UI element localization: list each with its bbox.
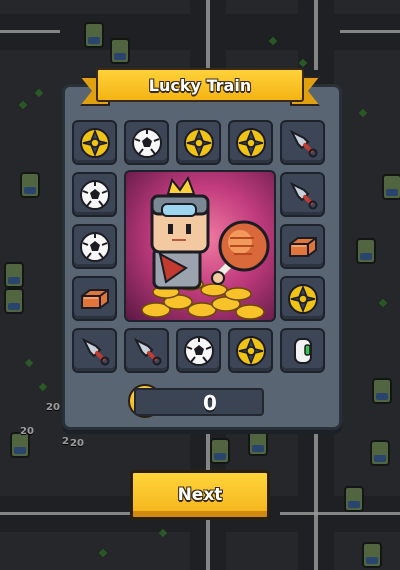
- pill-item: [280, 328, 325, 373]
- soccer-ball-item: [124, 120, 169, 165]
- panel-title: Lucky Train: [148, 75, 252, 95]
- brick-item: [280, 224, 325, 269]
- shuriken-icon: [234, 334, 268, 368]
- kunai-icon: [130, 334, 164, 368]
- next-button[interactable]: Next: [130, 470, 270, 520]
- shuriken-item: [176, 120, 221, 165]
- kunai-item: [280, 172, 325, 217]
- kunai-icon: [286, 126, 320, 160]
- brick-icon: [78, 282, 112, 316]
- kunai-item: [72, 328, 117, 373]
- shuriken-icon: [286, 282, 320, 316]
- soccer-ball-item: [72, 172, 117, 217]
- kunai-icon: [78, 334, 112, 368]
- shuriken-icon: [182, 126, 216, 160]
- shuriken-item: [228, 328, 273, 373]
- soccer-ball-item: [72, 224, 117, 269]
- title-ribbon: Lucky Train: [80, 68, 320, 106]
- brick-item: [72, 276, 117, 321]
- shuriken-item: [280, 276, 325, 321]
- shuriken-icon: [78, 126, 112, 160]
- kunai-icon: [286, 178, 320, 212]
- pill-icon: [286, 334, 320, 368]
- coin-count: 0: [203, 391, 217, 415]
- soccer-ball-item: [176, 328, 221, 373]
- soccer-ball-icon: [78, 178, 112, 212]
- shuriken-item: [228, 120, 273, 165]
- soccer-ball-icon: [78, 230, 112, 264]
- shuriken-icon: [234, 126, 268, 160]
- kunai-item: [280, 120, 325, 165]
- brick-icon: [286, 230, 320, 264]
- hero-reward-image: [124, 170, 276, 322]
- soccer-ball-icon: [182, 334, 216, 368]
- next-button-label: Next: [177, 485, 223, 505]
- soccer-ball-icon: [130, 126, 164, 160]
- hero-character-icon: [141, 175, 270, 320]
- kunai-item: [124, 328, 169, 373]
- shuriken-item: [72, 120, 117, 165]
